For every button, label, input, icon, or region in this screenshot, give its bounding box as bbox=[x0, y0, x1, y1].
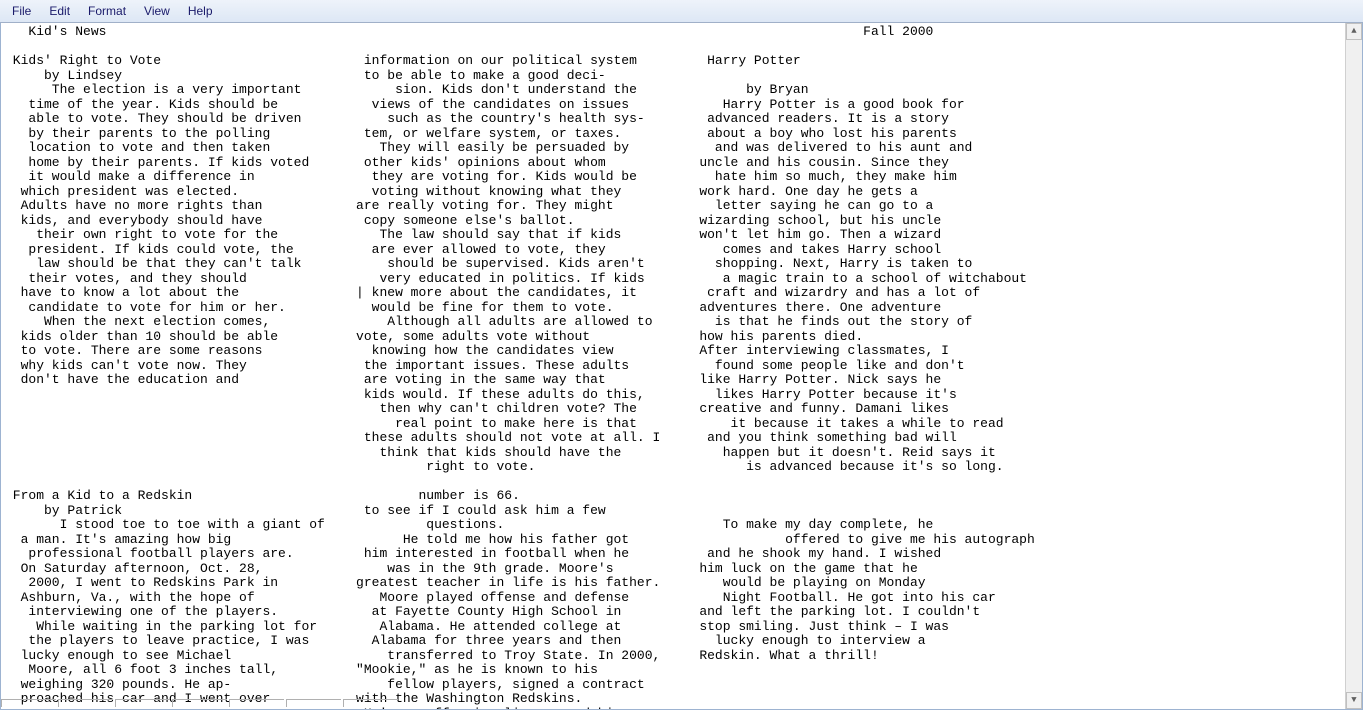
status-box bbox=[343, 699, 398, 707]
editor-frame: Kid's News Fall 2000 Kids' Right to Vote… bbox=[0, 23, 1363, 710]
status-box bbox=[58, 699, 113, 707]
menu-edit[interactable]: Edit bbox=[41, 2, 78, 20]
menu-format[interactable]: Format bbox=[80, 2, 134, 20]
status-bar-boxes bbox=[1, 699, 400, 709]
scroll-down-arrow[interactable]: ▼ bbox=[1346, 692, 1362, 709]
menu-view[interactable]: View bbox=[136, 2, 178, 20]
status-box bbox=[286, 699, 341, 707]
menu-file[interactable]: File bbox=[4, 2, 39, 20]
text-area[interactable]: Kid's News Fall 2000 Kids' Right to Vote… bbox=[1, 23, 1345, 709]
status-box bbox=[1, 699, 56, 707]
menubar: File Edit Format View Help bbox=[0, 0, 1363, 23]
status-box bbox=[172, 699, 227, 707]
scroll-up-arrow[interactable]: ▲ bbox=[1346, 23, 1362, 40]
vertical-scrollbar[interactable]: ▲ ▼ bbox=[1345, 23, 1362, 709]
status-box bbox=[229, 699, 284, 707]
status-box bbox=[115, 699, 170, 707]
menu-help[interactable]: Help bbox=[180, 2, 221, 20]
